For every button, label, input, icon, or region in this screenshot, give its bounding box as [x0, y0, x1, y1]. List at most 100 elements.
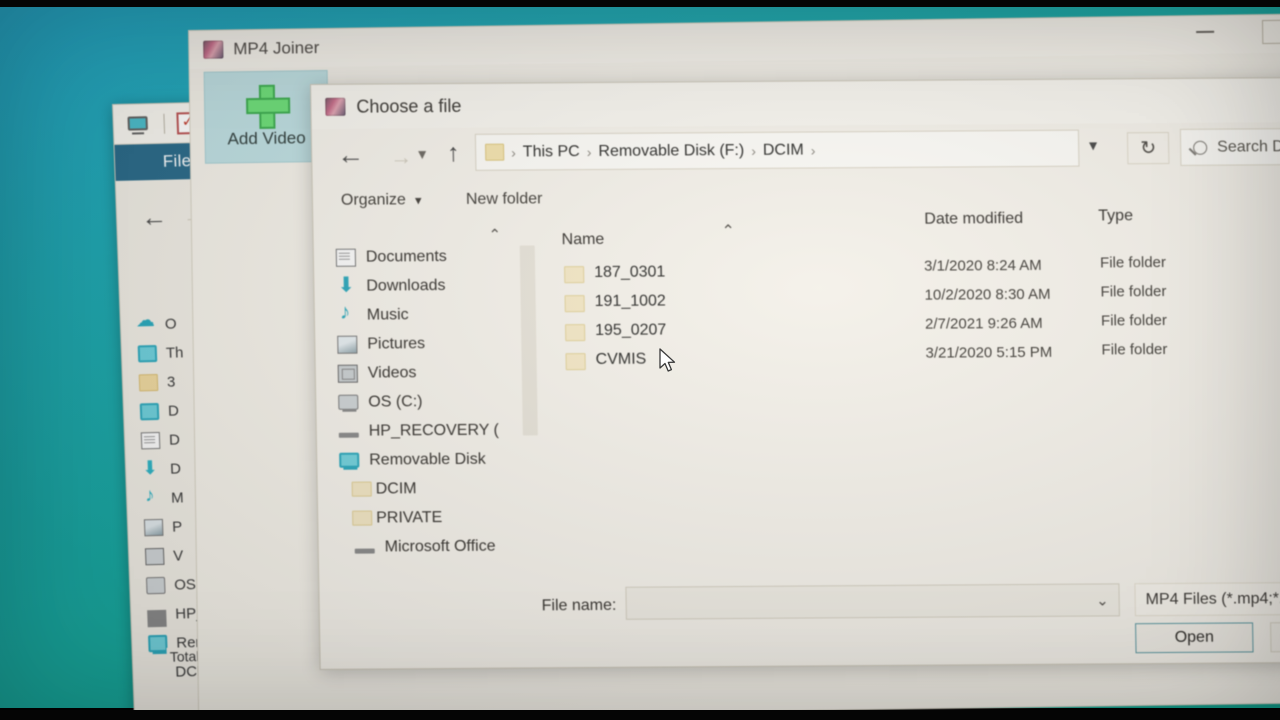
mouse-pointer-icon [659, 348, 676, 372]
folder-icon [565, 324, 586, 342]
downloads-icon [142, 461, 162, 478]
sidebar-item-label: HP_RECOVERY ( [368, 421, 500, 440]
dash-drive-icon [147, 609, 167, 627]
sidebar-item-pictures[interactable]: Pictures [315, 328, 547, 359]
chevron-down-icon[interactable]: ▾ [1089, 136, 1097, 156]
sidebar-item-label: Videos [367, 363, 417, 382]
back-arrow-icon[interactable]: ← [141, 202, 168, 234]
folder-icon [351, 481, 372, 497]
sidebar-item-label: Documents [365, 247, 447, 266]
folder-icon [564, 266, 585, 284]
file-name: 195_0207 [594, 321, 667, 340]
folder-icon [352, 510, 373, 526]
removable-disk-icon [148, 634, 168, 653]
column-header-name[interactable]: Name [561, 231, 604, 249]
removable-disk-icon [339, 452, 360, 468]
dialog-navigation-bar: ← → ▾ ↑ › This PC › Removable Disk (F:) … [312, 122, 1280, 183]
folder-icon [485, 143, 505, 161]
folder-3d-icon [138, 373, 159, 392]
sidebar-item-label: V [172, 547, 184, 565]
chevron-down-icon: ▼ [412, 195, 424, 208]
music-icon [143, 490, 163, 507]
sidebar-item-label: Pictures [367, 334, 426, 353]
file-list-header: Name ⌃ Date modified Type [551, 207, 1280, 257]
maximize-button[interactable] [1261, 19, 1280, 45]
chevron-down-icon[interactable]: ⌄ [1096, 591, 1109, 609]
sidebar-item-hp-recovery[interactable]: HP_RECOVERY ( [317, 415, 549, 446]
sidebar-item-documents[interactable]: Documents [314, 241, 546, 272]
address-bar[interactable]: › This PC › Removable Disk (F:) › DCIM › [474, 129, 1080, 171]
forward-arrow-icon[interactable]: → [390, 144, 412, 169]
column-header-date-modified[interactable]: Date modified [924, 210, 1023, 229]
sidebar-item-label: Th [165, 344, 184, 362]
monitor-icon[interactable] [125, 114, 152, 135]
file-name-input[interactable]: ⌄ [625, 583, 1120, 620]
sidebar-item-label: OS (C:) [368, 392, 423, 411]
open-label: Open [1174, 628, 1214, 646]
dialog-toolbar: Organize ▼ New folder [313, 176, 1280, 225]
breadcrumb-this-pc[interactable]: This PC [523, 143, 580, 161]
file-type-value: MP4 Files (*.mp4;*.m [1145, 589, 1280, 608]
file-type: File folder [1100, 283, 1167, 301]
navigation-pane: ⌃ Documents Downloads Music [313, 223, 551, 577]
cancel-button[interactable] [1270, 621, 1280, 653]
sidebar-item-removable-disk[interactable]: Removable Disk [317, 444, 549, 475]
breadcrumb-separator: › [751, 142, 757, 159]
sidebar-item-private[interactable]: PRIVATE [318, 502, 550, 533]
sidebar-item-label: Removable Disk [369, 450, 486, 469]
organize-button[interactable]: Organize ▼ [341, 191, 424, 210]
dialog-main-area: ⌃ Documents Downloads Music [313, 207, 1280, 577]
dash-drive-icon [338, 432, 359, 438]
breadcrumb-dcim[interactable]: DCIM [763, 141, 804, 159]
dialog-title-bar[interactable]: Choose a file [311, 77, 1280, 129]
file-type: File folder [1099, 254, 1167, 272]
documents-icon [335, 248, 357, 267]
sidebar-item-videos[interactable]: Videos [316, 357, 548, 388]
desktop-icon [139, 402, 160, 421]
sidebar-item-label: 3 [166, 373, 176, 391]
screenshot-stage: File ← → O Th 3 D [0, 0, 1280, 720]
sidebar-item-label: D [168, 431, 181, 449]
open-button[interactable]: Open [1135, 622, 1254, 654]
mp4-joiner-app-icon [325, 97, 346, 116]
search-input[interactable]: Search DCIM [1179, 127, 1280, 166]
back-arrow-icon[interactable]: ← [337, 140, 364, 170]
add-video-label: Add Video [227, 128, 306, 149]
folder-icon [565, 353, 586, 371]
sidebar-item-os-c[interactable]: OS (C:) [316, 386, 548, 417]
sidebar-item-label: Music [366, 305, 409, 324]
organize-label: Organize [340, 191, 406, 209]
letterbox-bottom [0, 710, 1280, 720]
choose-a-file-dialog[interactable]: Choose a file ← → ▾ ↑ › This PC › Remova… [310, 76, 1280, 670]
dialog-title: Choose a file [356, 95, 462, 117]
chevron-down-icon[interactable]: ▾ [418, 146, 426, 163]
sidebar-item-microsoft-office[interactable]: Microsoft Office [318, 531, 550, 562]
file-type-dropdown[interactable]: MP4 Files (*.mp4;*.m [1134, 581, 1280, 617]
sidebar-item-label: DCIM [375, 479, 417, 498]
breadcrumb-separator: › [810, 141, 816, 159]
sidebar-item-label: Microsoft Office [384, 537, 496, 555]
letterbox-top [0, 0, 1280, 7]
folder-icon [564, 295, 585, 313]
breadcrumb-removable-disk[interactable]: Removable Disk (F:) [598, 141, 744, 160]
drive-icon [338, 394, 359, 410]
sidebar-item-label: M [170, 489, 184, 507]
sidebar-item-dcim[interactable]: DCIM [317, 473, 549, 504]
videos-icon [337, 364, 358, 383]
sidebar-item-label: PRIVATE [376, 508, 443, 527]
this-pc-icon [137, 344, 158, 363]
sidebar-item-music[interactable]: Music [315, 299, 547, 330]
sidebar-item-label: O [164, 315, 177, 333]
file-date-modified: 3/1/2020 8:24 AM [923, 256, 1042, 275]
sidebar-item-downloads[interactable]: Downloads [314, 270, 546, 301]
up-arrow-icon[interactable]: ↑ [447, 139, 460, 167]
sidebar-item-label: D [169, 460, 182, 478]
file-type: File folder [1100, 312, 1168, 330]
downloads-icon [336, 277, 356, 295]
sort-ascending-icon: ⌃ [721, 223, 736, 241]
navigation-pane-scrollbar[interactable] [519, 245, 538, 436]
new-folder-button[interactable]: New folder [466, 190, 543, 209]
minimize-button[interactable] [1196, 30, 1215, 34]
column-header-type[interactable]: Type [1098, 207, 1133, 225]
refresh-button[interactable]: ↻ [1126, 132, 1170, 165]
